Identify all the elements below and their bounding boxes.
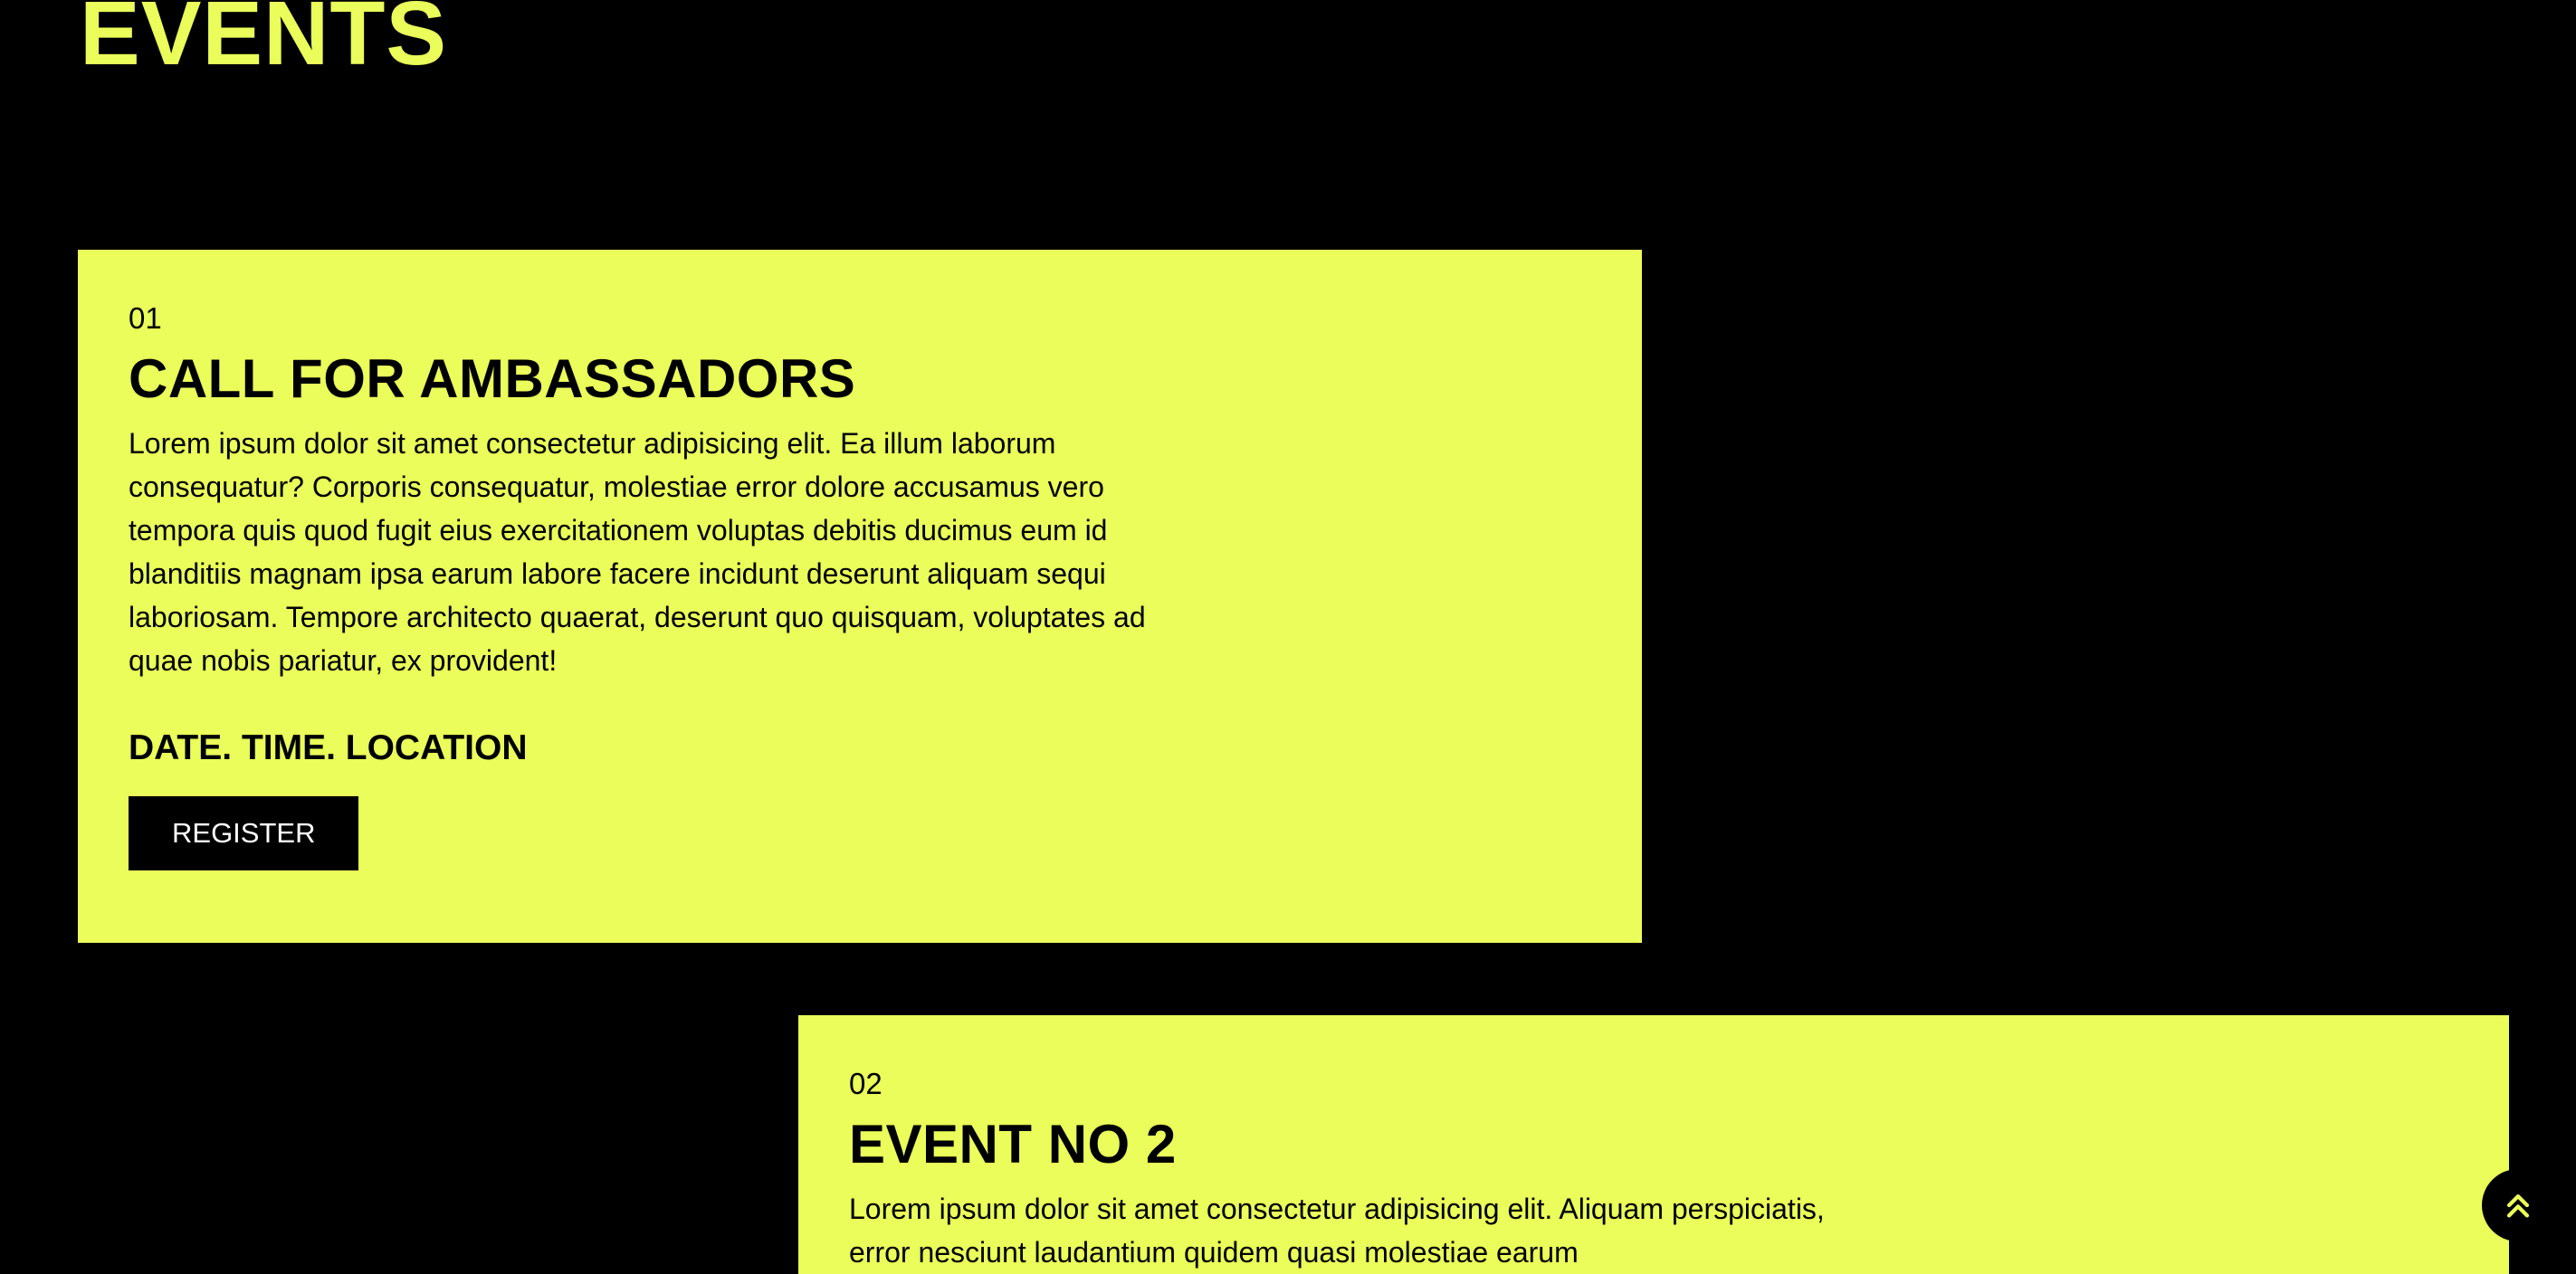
- page-title: EVENTS: [80, 0, 448, 84]
- scroll-to-top-button[interactable]: [2482, 1169, 2554, 1241]
- register-button[interactable]: REGISTER: [129, 796, 359, 870]
- event-description: Lorem ipsum dolor sit amet consectetur a…: [849, 1192, 1825, 1269]
- event-number: 01: [129, 301, 162, 335]
- event-title: EVENT NO 2: [849, 1113, 1177, 1174]
- event-meta: DATE. TIME. LOCATION: [129, 727, 528, 767]
- events-page: EVENTS 01 CALL FOR AMBASSADORS Lorem ips…: [0, 0, 2576, 1274]
- event-card: 02 EVENT NO 2 Lorem ipsum dolor sit amet…: [798, 1015, 2509, 1274]
- event-card: 01 CALL FOR AMBASSADORS Lorem ipsum dolo…: [78, 250, 1642, 943]
- event-number: 02: [849, 1067, 883, 1100]
- event-title: CALL FOR AMBASSADORS: [129, 347, 856, 409]
- double-chevron-up-icon: [2506, 1193, 2530, 1218]
- event-description: Lorem ipsum dolor sit amet consectetur a…: [129, 426, 1146, 677]
